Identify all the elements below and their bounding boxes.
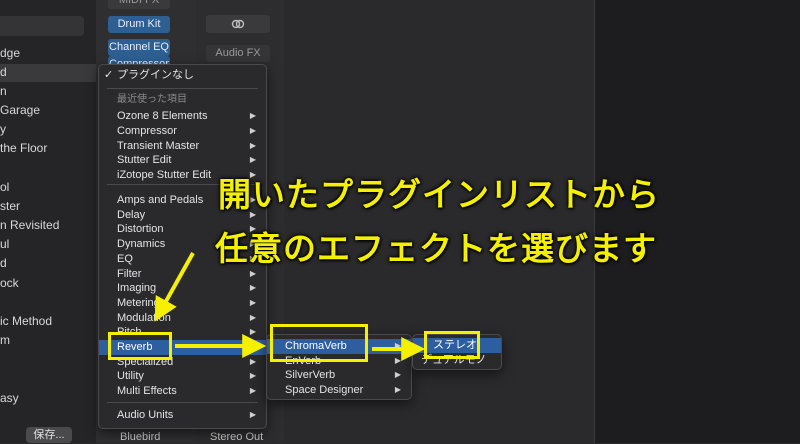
- caption-line-1: 開いたプラグインリストから: [218, 175, 660, 214]
- highlight-box-stereo: [424, 331, 480, 359]
- highlight-box-chromaverb: [270, 324, 368, 362]
- arrow-to-reverb: [154, 252, 195, 322]
- caption-line-2: 任意のエフェクトを選びます: [215, 229, 657, 268]
- highlight-box-reverb: [108, 332, 172, 360]
